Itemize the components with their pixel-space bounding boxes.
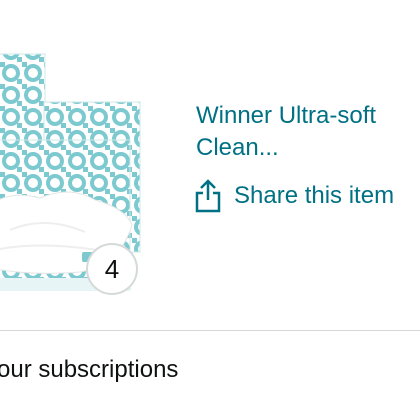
product-title-line1: Winner Ultra-soft — [196, 102, 377, 129]
subscriptions-heading[interactable]: our subscriptions — [0, 356, 178, 384]
divider — [0, 330, 420, 331]
product-title-link[interactable]: Winner Ultra-soft Clean... — [196, 100, 420, 164]
share-label: Share this item — [234, 182, 395, 209]
share-icon — [195, 179, 221, 213]
share-button[interactable]: Share this item — [194, 176, 394, 216]
product-title-line2: Clean... — [196, 134, 279, 161]
quantity-badge: 4 — [86, 243, 138, 295]
